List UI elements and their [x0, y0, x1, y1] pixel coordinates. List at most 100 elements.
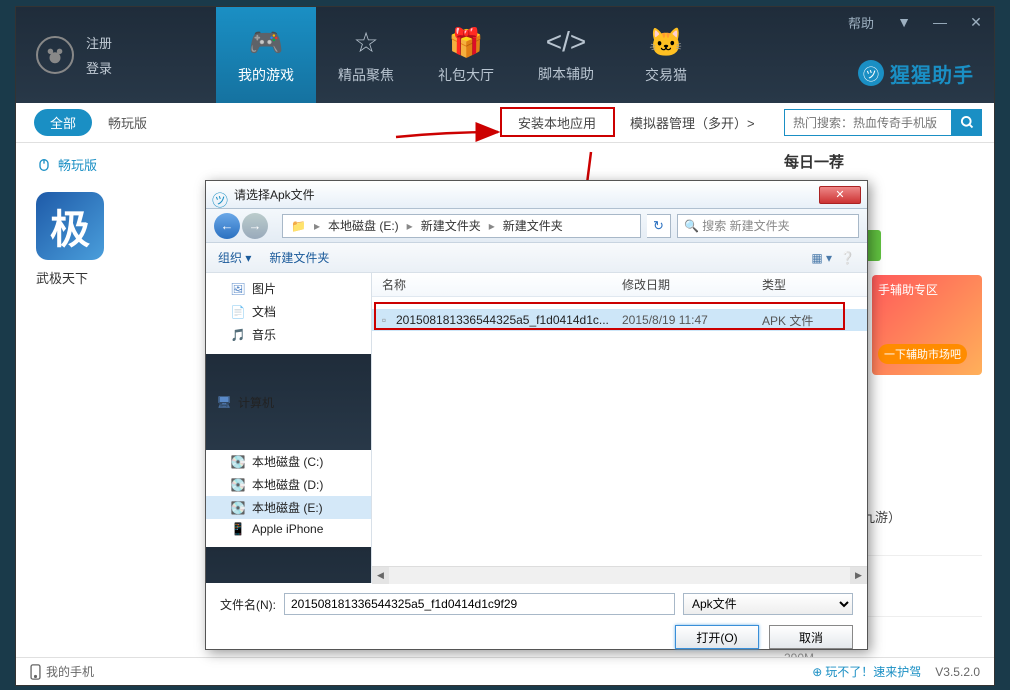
- play-version-label: 畅玩版: [58, 155, 97, 174]
- filter-play[interactable]: 畅玩版: [92, 109, 163, 136]
- game-app-icon[interactable]: 极: [36, 192, 104, 260]
- footer: 我的手机 ⊕ 玩不了！速来护驾 V3.5.2.0: [16, 657, 994, 685]
- dialog-title: 请选择Apk文件: [234, 186, 315, 203]
- footer-help-link[interactable]: ⊕ 玩不了！速来护驾: [812, 663, 921, 680]
- horizontal-scrollbar[interactable]: ◀ ▶: [372, 566, 867, 583]
- app-icon: ㋡: [212, 187, 228, 203]
- tree-music[interactable]: 🎵音乐: [206, 323, 371, 346]
- open-button[interactable]: 打开(O): [675, 625, 759, 649]
- disk-icon: 💽: [230, 478, 246, 492]
- picture-icon: 🖼: [230, 282, 246, 296]
- folder-tree[interactable]: 🖼图片 📄文档 🎵音乐 🖥计算机 💽本地磁盘 (C:) 💽本地磁盘 (D:) 💽…: [206, 273, 372, 583]
- banner-badge: 一下辅助市场吧: [878, 344, 967, 364]
- tree-iphone[interactable]: 📱Apple iPhone: [206, 519, 371, 539]
- logo: ㋡ 猩猩助手: [858, 59, 994, 88]
- monkey-icon: [44, 44, 66, 66]
- dropdown-icon[interactable]: ▼: [886, 8, 922, 36]
- breadcrumb[interactable]: 📁 ▸ 本地磁盘 (E:) ▸ 新建文件夹 ▸ 新建文件夹: [282, 214, 641, 238]
- gamepad-icon: 🎮: [249, 26, 284, 59]
- folder-icon: 📁: [287, 219, 310, 233]
- tab-script[interactable]: </> 脚本辅助: [516, 7, 616, 103]
- col-type[interactable]: 类型: [752, 276, 842, 293]
- file-row[interactable]: ▫ 201508181336544325a5_f1d0414d1c... 201…: [372, 309, 867, 331]
- tab-label: 脚本辅助: [538, 64, 594, 84]
- tree-computer[interactable]: 🖥计算机: [206, 354, 371, 450]
- footer-help-label: 玩不了！速来护驾: [825, 663, 921, 680]
- forward-button[interactable]: →: [242, 213, 268, 239]
- column-headers[interactable]: 名称 修改日期 类型: [372, 273, 867, 297]
- back-button[interactable]: ←: [214, 213, 240, 239]
- my-phone-label: 我的手机: [46, 663, 94, 680]
- tab-label: 礼包大厅: [438, 65, 494, 85]
- tree-docs[interactable]: 📄文档: [206, 300, 371, 323]
- breadcrumb-part[interactable]: 新建文件夹: [417, 217, 485, 234]
- filetype-select[interactable]: Apk文件: [683, 593, 853, 615]
- filename-label: 文件名(N):: [220, 596, 276, 613]
- tree-disk-d[interactable]: 💽本地磁盘 (D:): [206, 473, 371, 496]
- help-icon[interactable]: ❔: [840, 251, 855, 265]
- breadcrumb-part[interactable]: 新建文件夹: [499, 217, 567, 234]
- search-icon: 🔍: [684, 219, 699, 233]
- nav-tabs: 🎮 我的游戏 ☆ 精品聚焦 🎁 礼包大厅 </> 脚本辅助 🐱 交易猫: [216, 7, 716, 103]
- tree-network[interactable]: 🌐网络: [206, 547, 371, 583]
- mouse-icon: [36, 158, 52, 172]
- doc-icon: 📄: [230, 305, 246, 319]
- computer-icon: 🖥: [216, 395, 232, 409]
- filter-all[interactable]: 全部: [34, 109, 92, 136]
- view-button[interactable]: ▦ ▾: [811, 251, 832, 265]
- gift-icon: 🎁: [449, 26, 484, 59]
- phone-icon: [30, 664, 41, 680]
- promo-banner[interactable]: 手辅助专区 一下辅助市场吧: [872, 275, 982, 375]
- tab-trade[interactable]: 🐱 交易猫: [616, 7, 716, 103]
- help-link[interactable]: 帮助: [836, 8, 886, 36]
- dialog-footer: 文件名(N): Apk文件 打开(O) 取消: [206, 583, 867, 659]
- tree-disk-e[interactable]: 💽本地磁盘 (E:): [206, 496, 371, 519]
- new-folder-button[interactable]: 新建文件夹: [269, 249, 329, 266]
- star-icon: ☆: [353, 26, 378, 59]
- tab-my-games[interactable]: 🎮 我的游戏: [216, 7, 316, 103]
- logo-text: 猩猩助手: [890, 59, 974, 88]
- version-label: V3.5.2.0: [935, 665, 980, 679]
- emu-manage-link[interactable]: 模拟器管理（多开）>: [630, 113, 755, 132]
- search-button[interactable]: [952, 109, 982, 136]
- avatar[interactable]: [36, 36, 74, 74]
- banner-text: 手辅助专区: [878, 281, 976, 298]
- tab-gift[interactable]: 🎁 礼包大厅: [416, 7, 516, 103]
- tree-disk-c[interactable]: 💽本地磁盘 (C:): [206, 450, 371, 473]
- disk-icon: 💽: [230, 455, 246, 469]
- dialog-body: 🖼图片 📄文档 🎵音乐 🖥计算机 💽本地磁盘 (C:) 💽本地磁盘 (D:) 💽…: [206, 273, 867, 583]
- filename-input[interactable]: [284, 593, 675, 615]
- sos-icon: ⊕: [812, 665, 822, 679]
- file-type: APK 文件: [752, 312, 842, 329]
- minimize-icon[interactable]: —: [922, 8, 958, 36]
- file-icon: ▫: [372, 313, 396, 327]
- login-link[interactable]: 登录: [86, 58, 112, 77]
- search-input[interactable]: [784, 109, 952, 136]
- dialog-close-button[interactable]: ✕: [819, 186, 861, 204]
- file-list[interactable]: ▫ 201508181336544325a5_f1d0414d1c... 201…: [372, 297, 867, 566]
- close-icon[interactable]: ✕: [958, 8, 994, 36]
- my-phone-button[interactable]: 我的手机: [30, 663, 94, 680]
- dialog-titlebar[interactable]: ㋡ 请选择Apk文件 ✕: [206, 181, 867, 209]
- dialog-toolbar: 组织 ▾ 新建文件夹 ▦ ▾ ❔: [206, 243, 867, 273]
- refresh-button[interactable]: ↻: [647, 214, 671, 238]
- cancel-button[interactable]: 取消: [769, 625, 853, 649]
- scroll-left-icon[interactable]: ◀: [372, 567, 389, 584]
- install-local-button[interactable]: 安装本地应用: [508, 108, 606, 137]
- col-name[interactable]: 名称: [372, 276, 612, 293]
- tab-label: 我的游戏: [238, 65, 294, 85]
- tab-featured[interactable]: ☆ 精品聚焦: [316, 7, 416, 103]
- phone-icon: 📱: [230, 522, 246, 536]
- organize-button[interactable]: 组织 ▾: [218, 249, 251, 266]
- register-link[interactable]: 注册: [86, 33, 112, 52]
- breadcrumb-part[interactable]: 本地磁盘 (E:): [324, 217, 403, 234]
- scroll-right-icon[interactable]: ▶: [850, 567, 867, 584]
- cat-icon: 🐱: [649, 26, 684, 59]
- file-open-dialog: ㋡ 请选择Apk文件 ✕ ← → 📁 ▸ 本地磁盘 (E:) ▸ 新建文件夹 ▸…: [205, 180, 868, 650]
- search-icon: [960, 115, 975, 130]
- dialog-search[interactable]: 🔍 搜索 新建文件夹: [677, 214, 859, 238]
- tree-pictures[interactable]: 🖼图片: [206, 277, 371, 300]
- left-column: 畅玩版 极 武极天下: [16, 143, 196, 657]
- play-version-link[interactable]: 畅玩版: [36, 155, 176, 174]
- col-date[interactable]: 修改日期: [612, 276, 752, 293]
